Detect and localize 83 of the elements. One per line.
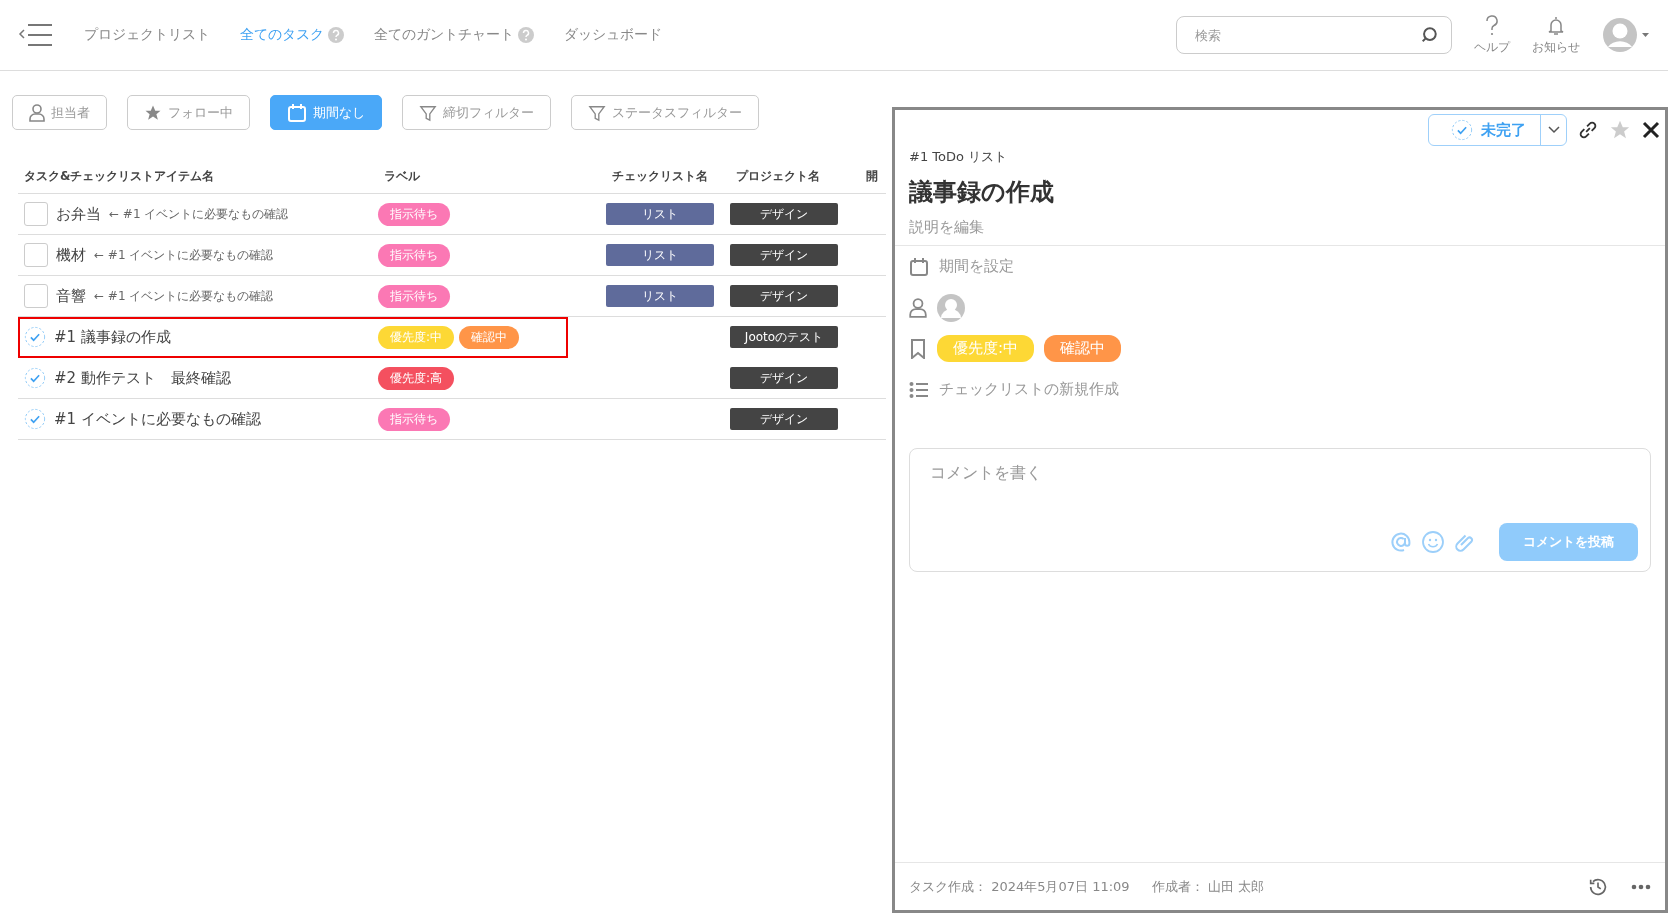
- task-name[interactable]: お弁当: [56, 204, 101, 224]
- column-header: チェックリスト名: [611, 168, 709, 185]
- check-circle-icon: [24, 408, 46, 430]
- list-name: #1 ToDo リスト: [909, 148, 1009, 166]
- column-header: タスク&チェックリストアイテム名: [23, 168, 216, 185]
- person-icon: [29, 103, 45, 122]
- label-tag: 優先度:中: [378, 325, 455, 349]
- checkbox[interactable]: [24, 202, 48, 226]
- nav-tab[interactable]: プロジェクトリスト: [84, 26, 210, 44]
- close-icon[interactable]: [1641, 120, 1661, 140]
- link-icon[interactable]: [1577, 119, 1599, 141]
- project-tag: デザイン: [730, 285, 838, 307]
- notification-label: お知らせ: [1532, 38, 1580, 56]
- new-checklist[interactable]: チェックリストの新規作成: [939, 380, 1119, 399]
- parent-task: ← #1 イベントに必要なもの確認: [94, 287, 274, 305]
- bell-icon[interactable]: [1547, 14, 1565, 37]
- filter-button[interactable]: 期間なし: [270, 95, 382, 130]
- funnel-icon: [588, 103, 606, 122]
- nav-tab[interactable]: 全てのガントチャート: [374, 26, 534, 44]
- checkbox[interactable]: [24, 243, 48, 267]
- caret-icon: [1547, 126, 1560, 134]
- label-tag: 指示待ち: [378, 284, 450, 308]
- author: 作成者： 山田 太郎: [1151, 877, 1264, 896]
- label-tag: 優先度:高: [378, 366, 455, 390]
- person-icon: [909, 297, 927, 318]
- checklist-tag: リスト: [606, 285, 714, 307]
- avatar-icon[interactable]: [1602, 17, 1650, 53]
- checklist-tag: リスト: [606, 203, 714, 225]
- filter-button[interactable]: フォロー中: [127, 95, 250, 130]
- label-tag: 指示待ち: [378, 407, 450, 431]
- mention-icon[interactable]: [1389, 530, 1413, 554]
- check-circle-icon: [24, 326, 46, 348]
- more-icon[interactable]: [1631, 883, 1651, 890]
- column-header: 開: [865, 168, 879, 185]
- task-name[interactable]: #1 イベントに必要なもの確認: [54, 409, 261, 429]
- check-circle-icon: [1451, 119, 1473, 141]
- back-menu-icon[interactable]: [18, 23, 54, 47]
- checkbox[interactable]: [24, 284, 48, 308]
- edit-description[interactable]: 説明を編集: [909, 218, 1651, 237]
- project-tag: デザイン: [730, 244, 838, 266]
- task-name[interactable]: 音響: [56, 286, 86, 306]
- calendar-icon: [287, 102, 307, 123]
- label-tag: 指示待ち: [378, 202, 450, 226]
- help-icon: [328, 27, 344, 43]
- nav-tab[interactable]: 全てのタスク: [240, 26, 344, 44]
- parent-task: ← #1 イベントに必要なもの確認: [109, 205, 289, 223]
- help-icon[interactable]: [1484, 14, 1500, 37]
- filter-button[interactable]: ステータスフィルター: [571, 95, 759, 130]
- checklist-tag: リスト: [606, 244, 714, 266]
- help-icon: [518, 27, 534, 43]
- star-icon[interactable]: [1609, 119, 1631, 141]
- filter-button[interactable]: 締切フィルター: [402, 95, 551, 130]
- task-name[interactable]: 機材: [56, 245, 86, 265]
- search-field[interactable]: 検索: [1176, 16, 1452, 54]
- post-comment-button[interactable]: コメントを投稿: [1499, 523, 1638, 561]
- funnel-icon: [419, 103, 437, 122]
- project-tag: デザイン: [730, 203, 838, 225]
- set-due-date[interactable]: 期間を設定: [939, 257, 1014, 276]
- label-tag: 確認中: [459, 325, 520, 349]
- task-title: 議事録の作成: [909, 177, 1055, 208]
- task-name[interactable]: #1 議事録の作成: [54, 327, 171, 347]
- filter-button[interactable]: 担当者: [12, 95, 107, 130]
- label-tag: 確認中: [1044, 335, 1122, 362]
- created-date: タスク作成： 2024年5月07日 11:09: [909, 877, 1130, 896]
- parent-task: ← #1 イベントに必要なもの確認: [94, 246, 274, 264]
- check-circle-icon: [24, 367, 46, 389]
- avatar-icon[interactable]: [937, 293, 965, 322]
- column-header: プロジェクト名: [735, 168, 821, 185]
- bookmark-icon: [909, 338, 927, 359]
- project-tag: デザイン: [730, 367, 838, 389]
- comment-box[interactable]: コメントを書く コメントを投稿: [909, 448, 1651, 572]
- calendar-icon: [909, 256, 929, 277]
- label-tag: 優先度:中: [937, 335, 1035, 362]
- column-header: ラベル: [383, 168, 421, 185]
- search-icon: [1420, 26, 1438, 44]
- label-tag: 指示待ち: [378, 243, 450, 267]
- task-name[interactable]: #2 動作テスト 最終確認: [54, 368, 231, 388]
- nav-tab[interactable]: ダッシュボード: [564, 26, 662, 44]
- project-tag: Jootoのテスト: [730, 326, 838, 348]
- help-label: ヘルプ: [1474, 38, 1510, 56]
- list-icon: [909, 380, 929, 399]
- smiley-icon[interactable]: [1421, 530, 1445, 554]
- project-tag: デザイン: [730, 408, 838, 430]
